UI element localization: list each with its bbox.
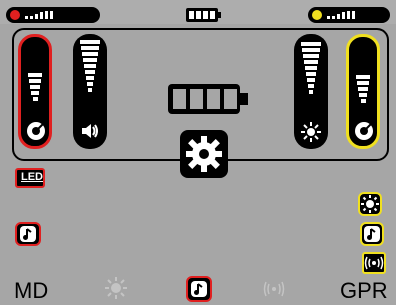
md-status-dot <box>10 10 20 20</box>
led-label: LED <box>21 171 43 183</box>
speaker-icon <box>82 124 98 138</box>
left-volume-slider[interactable] <box>73 34 107 149</box>
vibration-icon[interactable] <box>262 278 286 300</box>
gauge-icon <box>27 122 45 140</box>
settings-button[interactable] <box>180 130 228 178</box>
sound-mode-button[interactable] <box>186 276 212 302</box>
gpr-sound-button[interactable] <box>360 222 384 246</box>
music-note-icon <box>20 226 36 242</box>
gpr-brightness-button[interactable] <box>358 192 382 216</box>
gpr-signal-bars <box>327 11 355 19</box>
music-note-icon <box>191 281 207 297</box>
md-sound-button[interactable] <box>15 222 41 246</box>
gpr-signal-indicator <box>308 7 390 23</box>
battery-icon <box>186 8 221 22</box>
vibration-icon <box>364 256 384 270</box>
md-signal-bars <box>25 11 53 19</box>
sun-icon[interactable] <box>104 276 128 300</box>
right-sensitivity-slider[interactable] <box>346 34 380 149</box>
right-brightness-slider[interactable] <box>294 34 328 149</box>
sun-icon <box>361 195 379 213</box>
led-button[interactable]: LED <box>15 168 45 188</box>
gauge-icon <box>355 122 373 140</box>
md-mode-label[interactable]: MD <box>14 278 48 304</box>
md-signal-indicator <box>6 7 100 23</box>
top-status-bar <box>0 0 396 24</box>
gear-icon <box>186 136 222 172</box>
battery-icon <box>168 84 248 114</box>
gpr-vibration-button[interactable] <box>362 252 386 274</box>
music-note-icon <box>364 226 380 242</box>
gpr-mode-label[interactable]: GPR <box>340 278 388 304</box>
gpr-status-dot <box>312 10 322 20</box>
left-sensitivity-slider[interactable] <box>18 34 52 149</box>
sun-icon <box>301 122 321 142</box>
